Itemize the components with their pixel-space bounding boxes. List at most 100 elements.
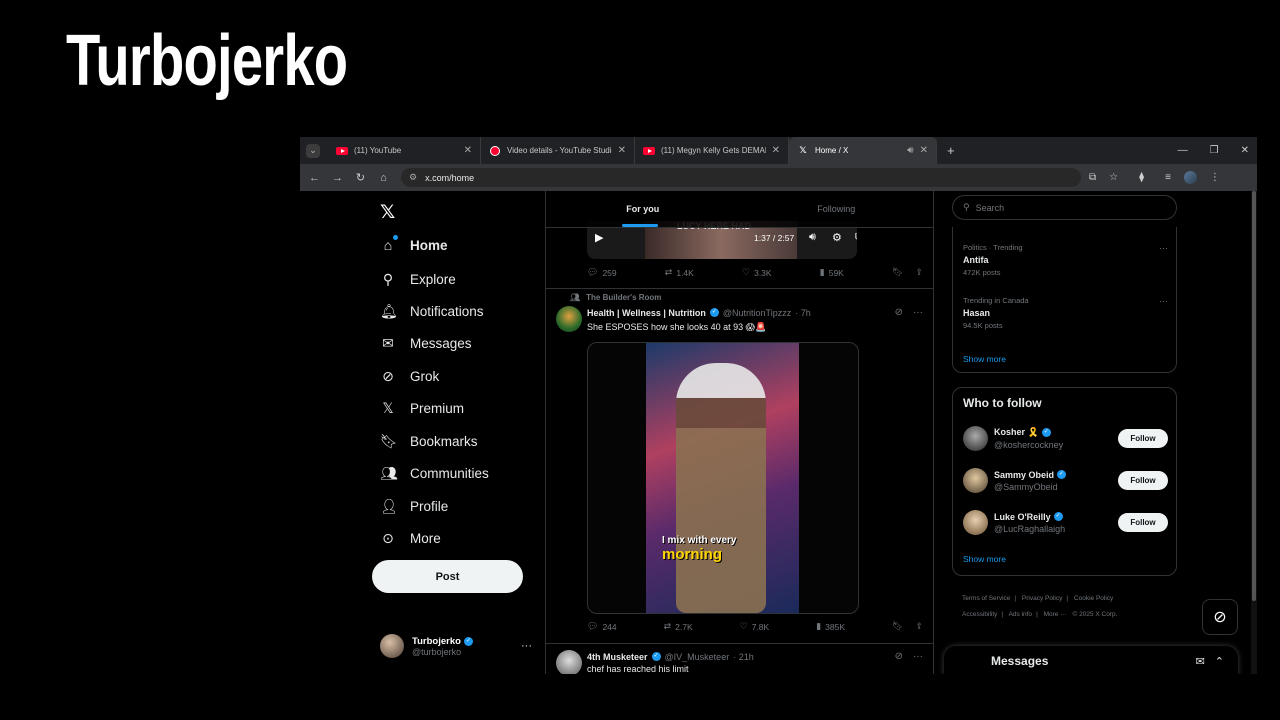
repost-button[interactable]: ⇄ 2.7K bbox=[664, 621, 693, 632]
tab-x-home[interactable]: 𝕏 Home / X 🔊︎ ✕ bbox=[789, 137, 937, 164]
views-button[interactable]: ▮ 59K bbox=[820, 267, 844, 278]
nav-communities[interactable]: 👥︎ Communities bbox=[380, 461, 489, 485]
url-input[interactable]: ⚙ x.com/home bbox=[401, 168, 1081, 187]
media-control-icon[interactable]: ≡ bbox=[1165, 172, 1171, 183]
footer-link[interactable]: Accessibility bbox=[962, 611, 997, 618]
tab-search-dropdown[interactable]: ⌄ bbox=[306, 143, 320, 158]
close-window-icon[interactable]: ✕ bbox=[1241, 145, 1249, 156]
show-more-follow-link[interactable]: Show more bbox=[963, 554, 1006, 564]
site-info-icon[interactable]: ⚙ bbox=[409, 172, 417, 183]
nav-explore[interactable]: ⚲ Explore bbox=[380, 267, 456, 291]
like-button[interactable]: ♡ 3.3K bbox=[742, 267, 772, 278]
bookmark-icon[interactable]: 🔖︎ bbox=[892, 621, 903, 632]
avatar[interactable] bbox=[556, 650, 582, 674]
follow-button[interactable]: Follow bbox=[1118, 471, 1168, 490]
close-icon[interactable]: ✕ bbox=[464, 145, 472, 156]
minimize-icon[interactable]: — bbox=[1178, 145, 1188, 156]
close-icon[interactable]: ✕ bbox=[618, 145, 626, 156]
footer-link[interactable]: Privacy Policy bbox=[1022, 595, 1062, 602]
footer-link[interactable]: More ··· bbox=[1044, 611, 1067, 618]
bookmark-icon[interactable]: 🔖︎ bbox=[892, 267, 903, 278]
reload-icon[interactable]: ↻ bbox=[349, 171, 372, 184]
post-time[interactable]: · 7h bbox=[795, 308, 811, 318]
avatar[interactable] bbox=[963, 468, 988, 493]
tab-for-you[interactable]: For you bbox=[546, 191, 740, 227]
nav-messages[interactable]: ✉ Messages bbox=[380, 331, 471, 355]
tab-youtube[interactable]: (11) YouTube ✕ bbox=[328, 137, 481, 164]
home-icon[interactable]: ⌂ bbox=[372, 172, 395, 184]
tab-following[interactable]: Following bbox=[740, 191, 934, 227]
nav-bookmarks[interactable]: 🔖︎ Bookmarks bbox=[380, 429, 478, 453]
nav-home[interactable]: ⌂ Home bbox=[380, 233, 448, 257]
follow-suggestion[interactable]: Sammy Obeid ✓ @SammyObeid Follow bbox=[963, 468, 1168, 493]
repost-button[interactable]: ⇄ 1.4K bbox=[665, 267, 694, 278]
nav-more[interactable]: ⊙ More bbox=[380, 526, 441, 550]
pip-icon[interactable]: ⧉ bbox=[855, 231, 857, 244]
author-name[interactable]: Health | Wellness | Nutrition bbox=[587, 308, 706, 318]
grok-float-button[interactable]: ⊘ bbox=[1202, 599, 1238, 635]
bookmark-star-icon[interactable]: ☆ bbox=[1109, 172, 1118, 183]
back-icon[interactable]: ← bbox=[303, 172, 326, 184]
post-time[interactable]: · 21h bbox=[733, 652, 754, 662]
tab-megyn-kelly[interactable]: (11) Megyn Kelly Gets DEMANDED ✕ bbox=[635, 137, 789, 164]
avatar[interactable] bbox=[963, 426, 988, 451]
follow-suggestion[interactable]: Kosher 🎗️ ✓ @koshercockney Follow bbox=[963, 426, 1168, 451]
speaker-icon[interactable]: 🔊︎ bbox=[907, 145, 913, 156]
post-video[interactable]: I mix with every morning bbox=[587, 342, 859, 614]
more-dots-icon[interactable]: ··· bbox=[913, 651, 923, 662]
profile-avatar[interactable] bbox=[1183, 171, 1197, 184]
new-message-icon[interactable]: ✉ bbox=[1196, 655, 1205, 668]
extensions-icon[interactable]: ⧫ bbox=[1139, 172, 1144, 183]
close-icon[interactable]: ✕ bbox=[772, 145, 780, 156]
reply-icon: 💬︎ bbox=[587, 621, 599, 631]
reply-button[interactable]: 💬︎ 244 bbox=[587, 621, 617, 632]
nav-grok[interactable]: ⊘ Grok bbox=[380, 364, 439, 388]
footer-link[interactable]: Ads info bbox=[1009, 611, 1033, 618]
nav-premium[interactable]: 𝕏 Premium bbox=[380, 396, 464, 420]
account-switcher[interactable]: Turbojerko ✓ @turbojerko ··· bbox=[380, 634, 532, 658]
more-dots-icon[interactable]: ··· bbox=[521, 640, 532, 652]
footer-link[interactable]: Terms of Service bbox=[962, 595, 1010, 602]
x-logo-icon[interactable]: 𝕏 bbox=[380, 201, 395, 224]
forward-icon[interactable]: → bbox=[326, 172, 349, 184]
show-more-trends-link[interactable]: Show more bbox=[963, 354, 1006, 364]
like-button[interactable]: ♡ 7.8K bbox=[740, 621, 770, 632]
views-button[interactable]: ▮ 385K bbox=[816, 621, 845, 632]
avatar[interactable] bbox=[963, 510, 988, 535]
messages-drawer[interactable]: Messages ✉ ⌃ bbox=[944, 646, 1238, 674]
author-name[interactable]: 4th Musketeer bbox=[587, 652, 648, 662]
search-input[interactable]: ⚲ Search bbox=[952, 195, 1177, 220]
close-icon[interactable]: ✕ bbox=[920, 145, 928, 156]
share-icon[interactable]: ⇪ bbox=[915, 621, 923, 632]
volume-icon[interactable]: 🔊︎ bbox=[809, 231, 816, 244]
follow-button[interactable]: Follow bbox=[1118, 513, 1168, 532]
settings-gear-icon[interactable]: ⚙ bbox=[832, 231, 842, 244]
nav-notifications[interactable]: 🔔︎ Notifications bbox=[380, 299, 484, 323]
trend-item[interactable]: Politics · Trending Antifa 472K posts ··… bbox=[963, 243, 1168, 277]
author-handle[interactable]: @NutritionTipzzz bbox=[723, 308, 791, 318]
restore-icon[interactable]: ❐ bbox=[1210, 145, 1219, 156]
expand-icon[interactable]: ⌃ bbox=[1215, 655, 1224, 668]
follow-button[interactable]: Follow bbox=[1118, 429, 1168, 448]
install-app-icon[interactable]: ⧉ bbox=[1089, 172, 1096, 183]
more-dots-icon[interactable]: ··· bbox=[913, 307, 923, 318]
kebab-menu-icon[interactable]: ⋮ bbox=[1210, 172, 1220, 183]
trend-item[interactable]: Trending in Canada Hasan 94.5K posts ··· bbox=[963, 296, 1168, 330]
more-dots-icon[interactable]: ··· bbox=[1159, 243, 1168, 253]
play-icon[interactable]: ▶ bbox=[595, 231, 603, 244]
grok-icon[interactable]: ⊘ bbox=[895, 307, 903, 318]
tab-youtube-studio[interactable]: Video details - YouTube Studio ✕ bbox=[481, 137, 635, 164]
more-dots-icon[interactable]: ··· bbox=[1159, 296, 1168, 306]
new-tab-button[interactable]: + bbox=[947, 143, 955, 158]
author-handle[interactable]: @IV_Musketeer bbox=[665, 652, 730, 662]
follow-suggestion[interactable]: Luke O'Reilly ✓ @LucRaghallaigh Follow bbox=[963, 510, 1168, 535]
reply-button[interactable]: 💬︎ 259 bbox=[587, 267, 617, 278]
footer-links: Terms of Service | Privacy Policy | Cookie… bbox=[962, 595, 1118, 618]
page-scrollbar[interactable] bbox=[1251, 191, 1257, 674]
grok-icon[interactable]: ⊘ bbox=[895, 651, 903, 662]
share-icon[interactable]: ⇪ bbox=[915, 267, 923, 278]
avatar[interactable] bbox=[556, 306, 582, 332]
post-button[interactable]: Post bbox=[372, 560, 523, 593]
nav-profile[interactable]: 👤︎ Profile bbox=[380, 494, 448, 518]
footer-link[interactable]: Cookie Policy bbox=[1074, 595, 1113, 602]
